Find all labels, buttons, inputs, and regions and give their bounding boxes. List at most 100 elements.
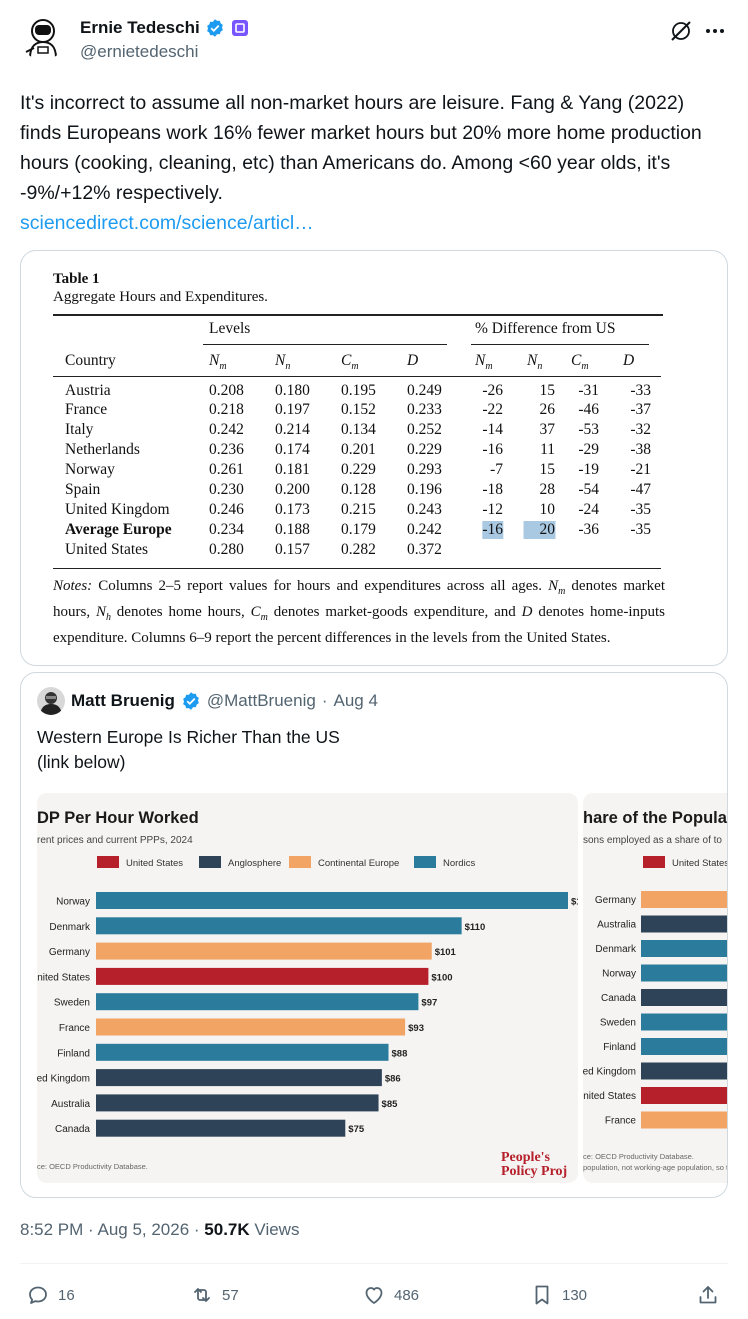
attached-image[interactable]: Table 1 Aggregate Hours and Expenditures… [20, 250, 728, 666]
category-label: Norway [602, 969, 636, 980]
table-cell-diff: -21 [630, 461, 651, 479]
table-cell-level: 0.218 [209, 401, 244, 419]
bar [641, 1013, 727, 1031]
quoted-text-line: (link below) [37, 752, 126, 772]
category-label: ed Kingdom [37, 1074, 90, 1085]
bar [96, 1119, 346, 1137]
table-cell-level: 0.249 [407, 381, 442, 399]
table-title: Table 1 [53, 271, 100, 287]
table-cell-level: 0.372 [407, 540, 442, 558]
table-row-country: Average Europe [65, 520, 172, 538]
author-handle[interactable]: @ernietedeschi [80, 42, 250, 62]
table-cell-level: 0.188 [275, 520, 310, 538]
like-button[interactable]: 486 [362, 1280, 419, 1310]
bookmark-icon [535, 1285, 549, 1305]
category-label: Finland [57, 1048, 90, 1059]
repost-button[interactable]: 57 [190, 1280, 239, 1310]
bar-chart-svg: DP Per Hour Worked rent prices and curren… [37, 809, 578, 1179]
table-notes: Notes: Columns 2–5 report values for hou… [53, 578, 665, 646]
table-cell-diff: -33 [630, 381, 651, 399]
grok-icon[interactable] [668, 18, 694, 44]
quoted-text-line: Western Europe Is Richer Than the US [37, 727, 340, 747]
author-name[interactable]: Ernie Tedeschi [80, 18, 200, 38]
category-label: Norway [56, 897, 90, 908]
bar [96, 1043, 389, 1061]
category-label: Sweden [600, 1018, 636, 1029]
tweet-timestamp: 8:52 PM · Aug 5, 2026 · 50.7K Views [20, 1220, 299, 1240]
table-cell-diff: -19 [578, 461, 599, 479]
table-cell-diff: -53 [578, 421, 599, 439]
bar [96, 917, 462, 935]
table-cell-diff: -35 [630, 500, 651, 518]
category-label: nited States [37, 972, 90, 983]
tweet-link[interactable]: sciencedirect.com/science/articl… [20, 212, 314, 234]
legend-swatch [97, 856, 119, 868]
table-grid: Levels % Difference from US Country Nm Nm Nn N… [53, 316, 663, 586]
table-cell-level: 0.181 [275, 461, 310, 479]
table-cell-level: 0.195 [341, 381, 376, 399]
bar [641, 1111, 727, 1129]
quoted-text: Western Europe Is Richer Than the US (li… [37, 725, 340, 775]
table-cell-diff: 26 [539, 401, 556, 419]
table-row-country: United States [65, 540, 149, 558]
logo-text: People's [501, 1150, 551, 1165]
table-cell-diff: 37 [539, 421, 556, 439]
table-cell-level: 0.152 [341, 401, 376, 419]
table-cell-diff: -37 [630, 401, 651, 419]
table-cell-level: 0.180 [275, 381, 310, 399]
quoted-author-handle: @MattBruenig [206, 691, 316, 710]
legend-label: United States [126, 858, 183, 869]
column-header: Nn [275, 351, 291, 372]
table-cell-level: 0.229 [341, 461, 376, 479]
table-cell-level: 0.246 [209, 500, 244, 518]
repost-count: 57 [222, 1286, 239, 1304]
value-label: $93 [408, 1023, 424, 1034]
table-cell-level: 0.128 [341, 481, 376, 498]
post-time[interactable]: 8:52 PM · Aug 5, 2026 · [20, 1220, 200, 1239]
bar [641, 964, 727, 982]
table-cell-level: 0.214 [275, 421, 310, 439]
table-row-country: Austria [65, 381, 111, 399]
category-label: ed Kingdom [583, 1067, 636, 1078]
quoted-media[interactable]: DP Per Hour Worked rent prices and curren… [37, 793, 728, 1183]
table-cell-level: 0.157 [275, 540, 310, 558]
bar [96, 967, 429, 985]
table-cell-level: 0.200 [275, 481, 310, 498]
value-label: $88 [392, 1048, 408, 1059]
chart-source: ce: OECD Productivity Database. [37, 1162, 148, 1171]
chart-title: hare of the Popula [583, 809, 728, 827]
astronaut-avatar-icon [20, 14, 66, 60]
bar [641, 1038, 727, 1055]
table-cell-diff: 15 [539, 461, 556, 479]
reply-button[interactable]: 16 [26, 1280, 75, 1310]
bar [641, 915, 727, 933]
value-label: $86 [385, 1074, 401, 1085]
quoted-author-name: Matt Bruenig [71, 691, 175, 710]
table-cell-diff: 11 [540, 441, 555, 459]
table-cell-level: 0.134 [341, 421, 376, 439]
column-header: Cm [341, 351, 359, 372]
heart-icon [365, 1287, 383, 1304]
category-label: nited States [583, 1091, 636, 1102]
quoted-tweet[interactable]: Matt Bruenig @MattBruenig · Aug 4 Wester… [20, 672, 728, 1198]
bar [96, 1018, 406, 1036]
dot-separator: · [321, 691, 328, 710]
bookmark-button[interactable]: 130 [530, 1280, 587, 1310]
chart-gdp-per-hour[interactable]: DP Per Hour Worked rent prices and curren… [37, 793, 578, 1183]
category-label: Canada [55, 1124, 90, 1135]
bar [96, 892, 568, 909]
author-avatar[interactable] [20, 14, 66, 60]
reply-count: 16 [58, 1286, 75, 1304]
chart-source: population, not working-age population, … [583, 1163, 728, 1172]
table-cell-diff: -16 [482, 520, 503, 539]
more-options-icon[interactable] [702, 18, 728, 44]
table-cell-level: 0.293 [407, 461, 442, 479]
chart-subtitle: rent prices and current PPPs, 2024 [37, 835, 193, 846]
share-button[interactable] [696, 1280, 720, 1310]
group-header-levels: Levels [209, 319, 251, 337]
table-cell-level: 0.280 [209, 540, 244, 558]
chart-employment-share[interactable]: hare of the Popula sons employed as a sha… [583, 793, 728, 1183]
paper-table: Table 1 Aggregate Hours and Expenditures… [53, 271, 663, 586]
table-row-country: Italy [65, 421, 94, 439]
table-cell-diff: 10 [539, 500, 556, 518]
